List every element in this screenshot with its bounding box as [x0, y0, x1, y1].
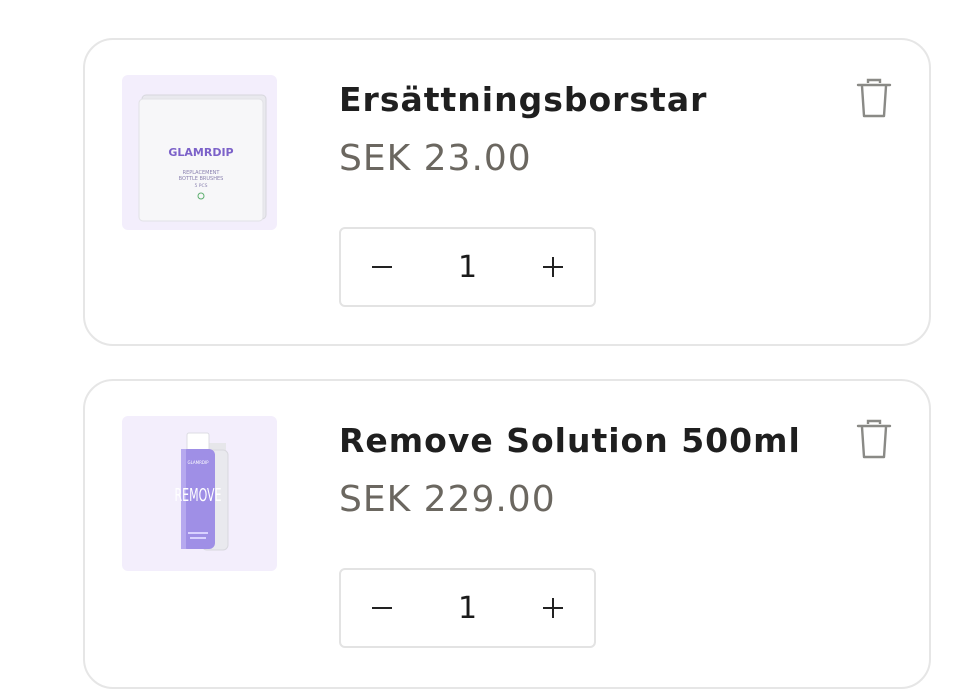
plus-icon [543, 257, 563, 277]
product-price: SEK 23.00 [339, 138, 532, 179]
trash-icon[interactable] [856, 77, 892, 119]
plus-icon [543, 598, 563, 618]
product-image[interactable]: GLAMRDIP REPLACEMENT BOTTLE BRUSHES 5 PC… [122, 75, 277, 230]
trash-icon[interactable] [856, 418, 892, 460]
minus-icon [372, 607, 392, 609]
remove-bottle-image: GLAMRDIP REMOVE [175, 432, 229, 551]
brush-pack-image: GLAMRDIP REPLACEMENT BOTTLE BRUSHES 5 PC… [138, 94, 267, 222]
pack-line2: BOTTLE BRUSHES [179, 176, 224, 182]
increase-button[interactable] [512, 570, 594, 646]
quantity-value[interactable]: 1 [423, 591, 512, 626]
product-title[interactable]: Remove Solution 500ml [339, 421, 801, 460]
bottle-label: REMOVE [175, 485, 222, 505]
minus-icon [372, 266, 392, 268]
product-price: SEK 229.00 [339, 479, 556, 520]
increase-button[interactable] [512, 229, 594, 305]
cart-item: GLAMRDIP REPLACEMENT BOTTLE BRUSHES 5 PC… [83, 38, 931, 346]
quantity-stepper: 1 [339, 568, 596, 648]
product-title[interactable]: Ersättningsborstar [339, 80, 707, 119]
cart-item: GLAMRDIP REMOVE Remove Solution 500ml SE… [83, 379, 931, 689]
decrease-button[interactable] [341, 229, 423, 305]
pack-brand: GLAMRDIP [168, 146, 233, 159]
decrease-button[interactable] [341, 570, 423, 646]
pack-line3: 5 PCS [194, 183, 207, 189]
quantity-stepper: 1 [339, 227, 596, 307]
product-image[interactable]: GLAMRDIP REMOVE [122, 416, 277, 571]
bottle-brand: GLAMRDIP [187, 460, 209, 465]
quantity-value[interactable]: 1 [423, 250, 512, 285]
